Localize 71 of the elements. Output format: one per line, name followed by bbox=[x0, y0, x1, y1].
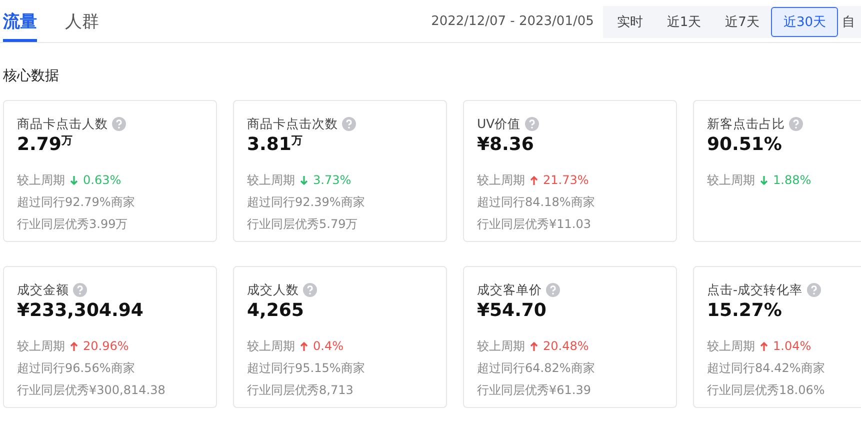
period-button[interactable]: 实时 bbox=[604, 7, 655, 37]
change-value: 3.73% bbox=[313, 173, 352, 187]
period-button[interactable]: 近7天 bbox=[713, 7, 772, 37]
help-icon[interactable] bbox=[789, 117, 803, 131]
tab[interactable]: 流量 bbox=[3, 0, 37, 42]
peer-best: 行业同层优秀¥61.39 bbox=[477, 382, 591, 398]
change-value: 1.88% bbox=[773, 173, 812, 187]
compare-label: 较上周期 bbox=[477, 338, 525, 354]
metric-title: 商品卡点击人数 bbox=[17, 116, 108, 132]
metric-title: 点击-成交转化率 bbox=[707, 282, 803, 298]
compare-label: 较上周期 bbox=[17, 338, 65, 354]
peer-best: 行业同层优秀8,713 bbox=[247, 382, 354, 398]
peer-best: 行业同层优秀5.79万 bbox=[247, 216, 358, 232]
compare-label: 较上周期 bbox=[247, 338, 295, 354]
arrow-up-icon bbox=[69, 340, 79, 352]
compare-label: 较上周期 bbox=[707, 172, 755, 188]
peer-best: 行业同层优秀¥11.03 bbox=[477, 216, 591, 232]
metric-value: 90.51% bbox=[707, 134, 783, 157]
metric-value: 3.81$^{万}$ bbox=[247, 134, 304, 157]
metric-title: 成交客单价 bbox=[477, 282, 542, 298]
arrow-down-icon bbox=[299, 174, 309, 186]
arrow-up-icon bbox=[299, 340, 309, 352]
peer-rank: 超过同行92.39%商家 bbox=[247, 194, 365, 210]
compare-label: 较上周期 bbox=[477, 172, 525, 188]
metric-title: 成交金额 bbox=[17, 282, 69, 298]
peer-rank: 超过同行64.82%商家 bbox=[477, 360, 595, 376]
compare-label: 较上周期 bbox=[707, 338, 755, 354]
help-icon[interactable] bbox=[524, 117, 539, 131]
metric-value: 15.27% bbox=[707, 300, 783, 323]
peer-rank: 超过同行84.18%商家 bbox=[477, 194, 595, 210]
change-value: 21.73% bbox=[543, 173, 589, 187]
arrow-down-icon bbox=[759, 174, 769, 186]
compare-label: 较上周期 bbox=[17, 172, 65, 188]
arrow-up-icon bbox=[529, 340, 539, 352]
peer-rank: 超过同行92.79%商家 bbox=[17, 194, 135, 210]
help-icon[interactable] bbox=[303, 283, 317, 297]
metric-value: ¥8.36 bbox=[477, 134, 535, 157]
section-title: 核心数据 bbox=[3, 67, 60, 86]
metric-title: UV价值 bbox=[477, 116, 521, 132]
metric-value: ¥54.70 bbox=[477, 300, 548, 323]
help-icon[interactable] bbox=[806, 283, 821, 297]
compare-label: 较上周期 bbox=[247, 172, 295, 188]
help-icon[interactable] bbox=[112, 117, 126, 131]
help-icon[interactable] bbox=[342, 117, 356, 131]
change-value: 20.96% bbox=[83, 339, 129, 353]
metric-value: 4,265 bbox=[247, 300, 305, 323]
period-button[interactable]: 近1天 bbox=[654, 7, 714, 37]
help-icon[interactable] bbox=[73, 283, 87, 297]
peer-best: 行业同层优秀¥300,814.38 bbox=[17, 382, 166, 398]
peer-rank: 超过同行95.15%商家 bbox=[247, 360, 365, 376]
arrow-up-icon bbox=[529, 174, 539, 186]
change-value: 1.04% bbox=[773, 339, 812, 353]
peer-rank: 超过同行84.42%商家 bbox=[707, 360, 825, 376]
metric-value: 2.79$^{万}$ bbox=[17, 134, 74, 157]
period-button[interactable]: 近30天 bbox=[771, 7, 838, 37]
peer-best: 行业同层优秀18.06% bbox=[707, 382, 825, 398]
tab[interactable]: 人群 bbox=[65, 0, 99, 42]
period-button[interactable]: 自 bbox=[838, 7, 859, 37]
change-value: 0.63% bbox=[83, 173, 122, 187]
metric-title: 成交人数 bbox=[247, 282, 299, 298]
change-value: 0.4% bbox=[313, 339, 344, 353]
arrow-up-icon bbox=[759, 340, 769, 352]
help-icon[interactable] bbox=[546, 283, 560, 297]
metric-title: 商品卡点击次数 bbox=[247, 116, 338, 132]
peer-best: 行业同层优秀3.99万 bbox=[17, 216, 128, 232]
date-range: 2022/12/07 - 2023/01/05 bbox=[431, 14, 594, 28]
metric-title: 新客点击占比 bbox=[707, 116, 785, 132]
change-value: 20.48% bbox=[543, 339, 589, 353]
arrow-down-icon bbox=[69, 174, 79, 186]
peer-rank: 超过同行96.56%商家 bbox=[17, 360, 135, 376]
metric-value: ¥233,304.94 bbox=[17, 300, 144, 323]
